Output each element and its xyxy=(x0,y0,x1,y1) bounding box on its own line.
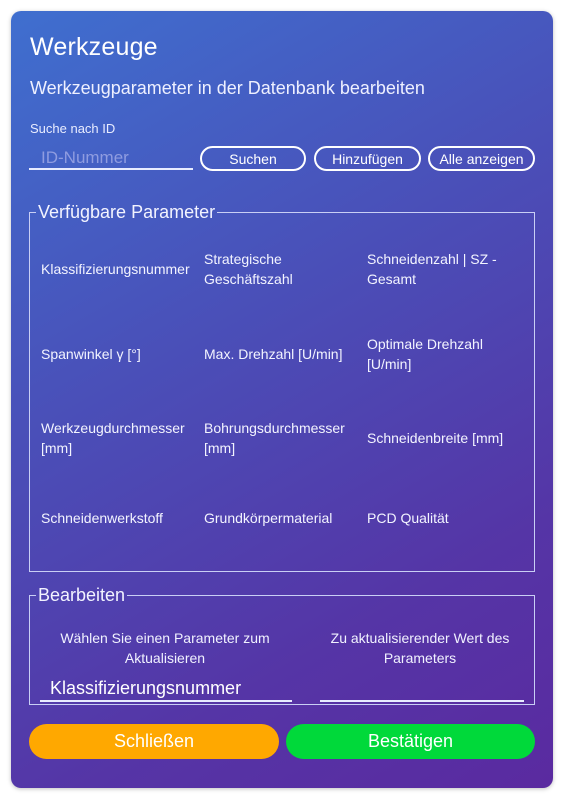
parameter-strategische-geschaeftszahl[interactable]: Strategische Geschäftszahl xyxy=(204,249,354,289)
close-button[interactable]: Schließen xyxy=(29,724,279,759)
parameter-spanwinkel[interactable]: Spanwinkel γ [°] xyxy=(41,344,191,364)
parameter-klassifizierungsnummer[interactable]: Klassifizierungsnummer xyxy=(41,259,191,279)
search-label: Suche nach ID xyxy=(30,121,116,136)
available-parameters-group: Verfügbare Parameter Klassifizierungsnum… xyxy=(29,202,535,572)
id-search-input[interactable] xyxy=(29,148,193,170)
select-parameter-label: Wählen Sie einen Parameter zum Aktualisi… xyxy=(60,630,270,666)
tool-parameter-dialog: Werkzeuge Werkzeugparameter in der Daten… xyxy=(11,11,553,788)
parameter-pcd-qualitaet[interactable]: PCD Qualität xyxy=(367,508,517,528)
edit-legend: Bearbeiten xyxy=(38,585,126,605)
dialog-subtitle: Werkzeugparameter in der Datenbank bearb… xyxy=(30,78,425,98)
parameter-schneidenzahl[interactable]: Schneidenzahl | SZ - Gesamt xyxy=(367,249,517,289)
dialog-title: Werkzeuge xyxy=(30,33,158,61)
parameter-grundkoerpermaterial[interactable]: Grundkörpermaterial xyxy=(204,508,354,528)
available-parameters-legend: Verfügbare Parameter xyxy=(38,202,216,222)
confirm-button[interactable]: Bestätigen xyxy=(286,724,535,759)
parameter-bohrungsdurchmesser[interactable]: Bohrungsdurchmesser [mm] xyxy=(204,418,354,458)
add-button[interactable]: Hinzufügen xyxy=(314,146,421,171)
show-all-button[interactable]: Alle anzeigen xyxy=(428,146,535,171)
parameter-max-drehzahl[interactable]: Max. Drehzahl [U/min] xyxy=(204,344,354,364)
parameter-werkzeugdurchmesser[interactable]: Werkzeugdurchmesser [mm] xyxy=(41,418,191,458)
selected-parameter-field[interactable]: Klassifizierungsnummer xyxy=(40,678,292,702)
parameter-schneidenwerkstoff[interactable]: Schneidenwerkstoff xyxy=(41,508,191,528)
search-button[interactable]: Suchen xyxy=(200,146,306,171)
edit-group: Bearbeiten Wählen Sie einen Parameter zu… xyxy=(29,585,535,705)
new-value-label: Zu aktualisierender Wert des Parameters xyxy=(330,630,510,666)
new-value-input[interactable] xyxy=(320,678,524,702)
parameter-optimale-drehzahl[interactable]: Optimale Drehzahl [U/min] xyxy=(367,334,513,374)
parameter-schneidenbreite[interactable]: Schneidenbreite [mm] xyxy=(367,428,517,448)
